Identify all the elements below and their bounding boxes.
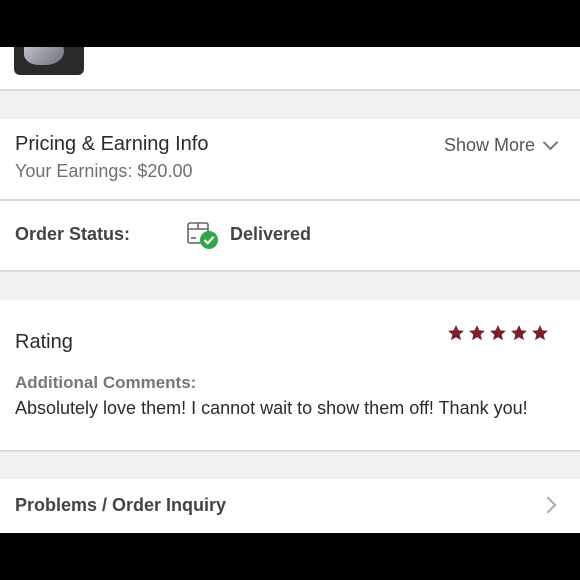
order-status-row: Order Status: Delivered [0, 202, 580, 270]
star-icon [469, 325, 485, 341]
order-status-value: Delivered [230, 224, 312, 244]
section-gap [0, 452, 580, 479]
pricing-section: Pricing & Earning Info Your Earnings: $2… [0, 119, 580, 199]
star-icon [490, 325, 506, 341]
star-rating [447, 324, 549, 342]
earnings-text: Your Earnings: $20.00 [15, 161, 193, 181]
order-details-screen: Pricing & Earning Info Your Earnings: $2… [0, 47, 580, 533]
rating-title: Rating [15, 331, 73, 353]
section-gap [0, 91, 580, 119]
delivered-box-check-icon [187, 222, 218, 249]
comments-label: Additional Comments: [15, 373, 197, 392]
order-inquiry-label: Problems / Order Inquiry [15, 495, 227, 515]
order-status-label: Order Status: [15, 224, 131, 244]
star-icon [532, 325, 548, 341]
product-thumbnail[interactable] [14, 47, 84, 75]
pricing-title: Pricing & Earning Info [15, 133, 209, 155]
chevron-down-icon [542, 134, 559, 151]
bottom-letterbox [0, 533, 580, 580]
section-gap [0, 272, 580, 300]
shoe-image [24, 47, 64, 65]
rating-section: Rating Additional Comments: Absolutely l… [0, 300, 580, 450]
star-icon [448, 325, 464, 341]
show-more-button[interactable]: Show More [443, 134, 559, 156]
star-icon [511, 325, 527, 341]
divider [0, 199, 580, 201]
chevron-right-icon [539, 496, 557, 514]
comments-text: Absolutely love them! I cannot wait to s… [15, 398, 528, 418]
order-inquiry-row[interactable]: Problems / Order Inquiry [0, 479, 580, 533]
show-more-label: Show More [443, 135, 535, 155]
product-row[interactable] [0, 47, 580, 89]
